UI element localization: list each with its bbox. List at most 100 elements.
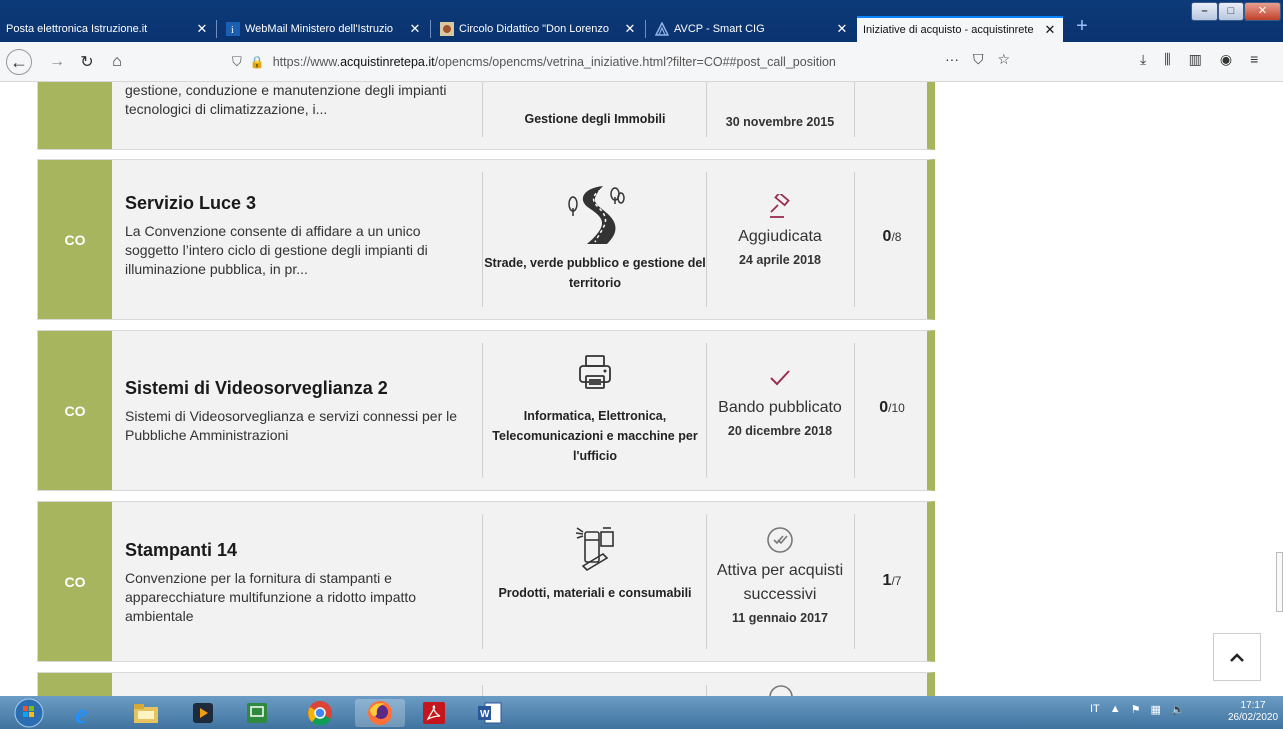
close-icon[interactable]: ✕ [195,21,209,37]
card-status-date: 24 aprile 2018 [738,253,821,267]
navigation-toolbar: ← → ↻ ⌂ ⛉ 🔒 https://www. acquistinretepa.… [0,42,1283,82]
tab-title: AVCP - Smart CIG [674,23,765,35]
tab-webmail[interactable]: i WebMail Ministero dell'Istruzio ✕ [220,16,428,42]
count-total: /7 [891,574,902,588]
card-title[interactable]: Stampanti 14 [125,540,475,561]
gavel-icon [770,191,790,218]
clock-time: 17:17 [1240,700,1266,711]
tab-title: Iniziative di acquisto - acquistinrete [863,24,1034,36]
scroll-to-top-button[interactable] [1213,633,1261,681]
supplies-icon [575,527,614,572]
initiative-card[interactable]: CO Servizio Luce 3 La Convenzione consen… [37,159,935,320]
clock-date: 26/02/2020 [1228,712,1279,723]
card-status-date: 20 dicembre 2018 [727,424,833,438]
check-icon [770,370,790,386]
windows-taskbar: e W IT ▲ ⚑ ▦ 🔈 17:17 26/02/2020 [0,696,1283,729]
internet-explorer-icon[interactable]: e [66,699,106,727]
svg-text:e: e [75,699,87,727]
avcp-logo-icon [655,22,669,36]
url-host: acquistinretepa.it [340,55,435,69]
minimize-button[interactable]: – [1191,2,1218,21]
toolbar-icons: ⤓ ⫼ ▥ ◉ ≡ [1140,51,1258,68]
sidebar-handle[interactable] [1276,552,1283,612]
card-type-badge: CO [38,160,112,319]
card-type-badge [38,673,112,696]
new-tab-button[interactable]: + [1069,14,1095,40]
reload-button[interactable]: ↻ [74,49,100,75]
count-total: /8 [891,230,902,244]
sidebar-icon[interactable]: ▥ [1189,51,1202,68]
info-icon: i [226,22,240,36]
initiative-card[interactable]: gestione, conduzione e manutenzione degl… [37,82,935,150]
window-close-button[interactable]: ✕ [1244,2,1281,21]
close-icon[interactable]: ✕ [623,21,637,37]
svg-text:W: W [480,709,490,720]
tab-circolo-didattico[interactable]: Circolo Didattico "Don Lorenzo ✕ [434,16,643,42]
status-icon [769,685,793,696]
acrobat-icon[interactable] [414,699,454,727]
remote-app-icon[interactable] [237,699,277,727]
card-category: Gestione degli Immobili [524,112,666,126]
card-status: Aggiudicata [738,228,822,245]
initiative-card[interactable]: CO Stampanti 14 Convenzione per la forni… [37,501,935,662]
bookmark-star-icon[interactable]: ☆ [998,51,1011,68]
media-player-icon[interactable] [183,699,223,727]
card-description: La Convenzione consente di affidare a un… [125,223,428,277]
action-center-flag-icon[interactable]: ⚑ [1131,703,1141,716]
account-icon[interactable]: ◉ [1220,51,1232,68]
forward-button[interactable]: → [44,49,70,75]
tab-posta-elettronica[interactable]: Posta elettronica Istruzione.it ✕ [0,16,215,42]
tab-title: Posta elettronica Istruzione.it [6,23,148,35]
start-button[interactable] [4,698,54,728]
close-icon[interactable]: ✕ [835,21,849,37]
card-type-badge: CO [38,502,112,661]
page-content: gestione, conduzione e manutenzione degl… [0,82,1283,696]
url-prefix: https://www. [272,55,341,69]
chevron-up-icon [1230,653,1244,662]
network-icon[interactable]: ▦ [1151,703,1161,716]
back-button[interactable]: ← [6,49,32,75]
chrome-icon[interactable] [300,699,340,727]
count-total: /10 [888,401,905,415]
library-icon[interactable]: ⫼ [1164,51,1170,68]
close-icon[interactable]: ✕ [408,21,422,37]
card-type-badge [38,82,112,149]
home-button[interactable]: ⌂ [104,49,130,75]
card-status: Attiva per acquisti successivi [716,562,844,603]
word-icon[interactable]: W [470,699,510,727]
maximize-button[interactable]: □ [1218,2,1244,21]
initiative-card[interactable] [37,672,935,696]
menu-icon[interactable]: ≡ [1250,51,1258,68]
card-count: 0/8 [856,228,928,246]
card-count: 1/7 [856,572,928,590]
tab-iniziative-acquisto[interactable]: Iniziative di acquisto - acquistinrete ✕ [857,16,1063,42]
pocket-icon[interactable]: ⛉ [973,51,984,68]
card-category: Informatica, Elettronica, Telecomunicazi… [492,409,698,463]
initiative-card[interactable]: CO Sistemi di Videosorveglianza 2 Sistem… [37,330,935,491]
file-explorer-icon[interactable] [126,699,166,727]
card-count: 0/10 [856,399,928,417]
taskbar-clock[interactable]: 17:17 26/02/2020 [1228,700,1278,724]
downloads-icon[interactable]: ⤓ [1140,51,1146,68]
firefox-icon[interactable] [355,699,405,727]
lock-icon[interactable]: 🔒 [250,55,265,69]
page-actions-button[interactable]: ··· [945,51,959,68]
tracking-shield-icon[interactable]: ⛉ [232,54,242,70]
card-category: Strade, verde pubblico e gestione del te… [484,256,706,290]
close-icon[interactable]: ✕ [1043,22,1057,38]
card-description: Sistemi di Videosorveglianza e servizi c… [125,408,458,443]
card-status: Bando pubblicato [718,399,842,416]
windows-start-icon [14,698,44,728]
volume-icon[interactable]: 🔈 [1171,703,1185,716]
card-title[interactable]: Servizio Luce 3 [125,193,475,214]
address-bar[interactable]: ⛉ 🔒 https://www. acquistinretepa.it/openc… [232,50,1027,74]
url-actions: ··· ⛉ ☆ [945,51,1010,68]
card-title[interactable]: Sistemi di Videosorveglianza 2 [125,378,475,399]
card-type-badge: CO [38,331,112,490]
show-hidden-icons-icon[interactable]: ▲ [1110,703,1121,716]
tab-title: WebMail Ministero dell'Istruzio [245,23,394,35]
svg-text:i: i [231,25,234,36]
tab-avcp[interactable]: AVCP - Smart CIG ✕ [649,16,855,42]
language-indicator[interactable]: IT [1090,703,1100,716]
emblem-icon [440,22,454,36]
